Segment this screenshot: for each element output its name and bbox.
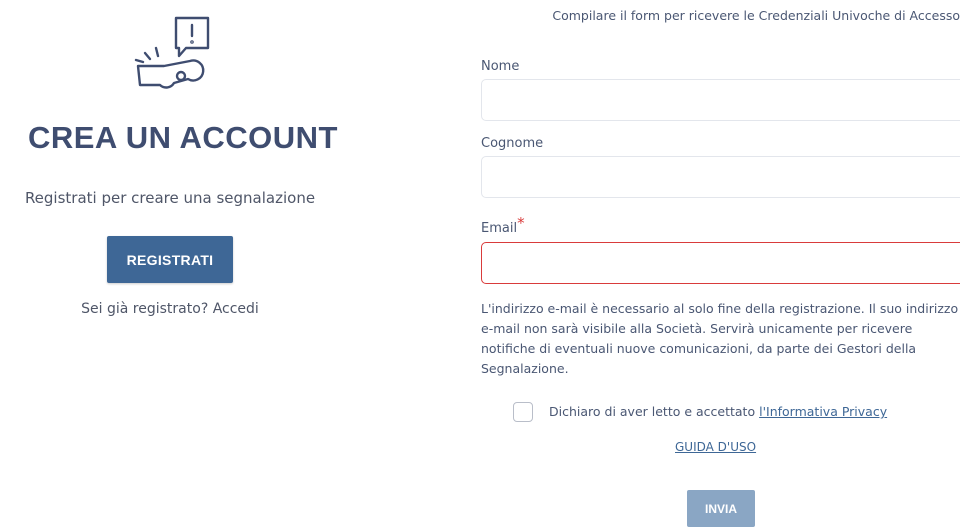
email-label: Email [481,221,518,236]
required-asterisk: * [517,214,525,232]
privacy-checkbox[interactable] [513,402,533,422]
cognome-field[interactable] [481,156,960,198]
registration-form: Compilare il form per ricevere le Creden… [481,0,960,527]
register-panel: CREA UN ACCOUNT Registrati per creare un… [0,0,340,527]
login-prompt: Sei già registrato? Accedi [0,301,340,317]
page-title: CREA UN ACCOUNT [27,120,338,155]
email-field[interactable] [481,242,960,284]
privacy-policy-link[interactable]: l'Informativa Privacy [759,404,887,419]
whistle-speech-bubble-icon [134,16,210,89]
already-registered-text: Sei già registrato? [81,301,209,317]
email-help-text: L'indirizzo e-mail è necessario al solo … [481,301,959,376]
user-guide-link[interactable]: GUIDA D'USO [675,440,756,454]
cognome-label: Cognome [481,136,544,151]
privacy-consent-text: Dichiaro di aver letto e accettato l'Inf… [549,404,887,419]
email-label-row: Email* [481,214,525,236]
form-intro: Compilare il form per ricevere le Creden… [552,8,960,23]
login-link[interactable]: Accedi [213,301,259,317]
register-subtitle: Registrati per creare una segnalazione [24,189,316,207]
nome-label: Nome [481,59,520,74]
submit-button[interactable]: INVIA [687,490,755,527]
nome-field[interactable] [481,79,960,121]
privacy-statement: Dichiaro di aver letto e accettato [549,404,756,419]
register-button[interactable]: REGISTRATI [107,236,233,283]
